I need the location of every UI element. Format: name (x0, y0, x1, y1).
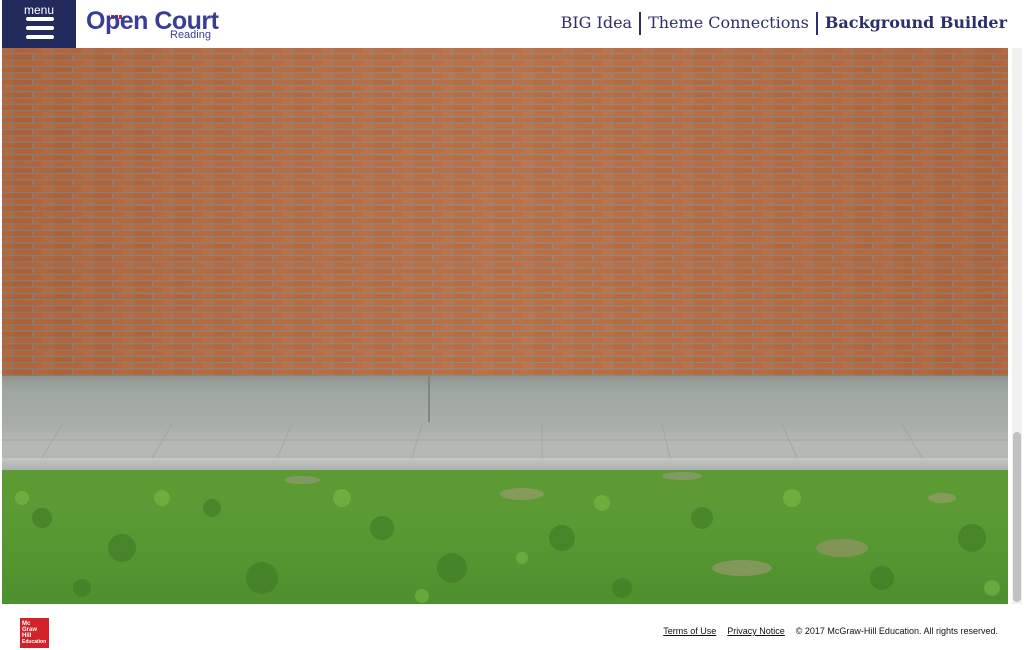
logo-subtitle: Reading (170, 29, 211, 41)
top-nav: BIG Idea Theme Connections Background Bu… (561, 11, 1007, 35)
footer: Mc Graw Hill Education Terms of Use Priv… (0, 604, 1024, 650)
nav-background-builder[interactable]: Background Builder (818, 11, 1007, 35)
background-builder-image (2, 48, 1008, 604)
nav-big-idea[interactable]: BIG Idea (561, 11, 640, 35)
menu-label: menu (23, 3, 55, 17)
scrollbar-thumb[interactable] (1013, 432, 1021, 602)
top-header: menu Open Court Reading BIG Idea Theme C… (0, 0, 1024, 48)
privacy-notice-link[interactable]: Privacy Notice (727, 626, 785, 636)
copyright-text: © 2017 McGraw-Hill Education. All rights… (795, 626, 998, 636)
mh-logo-line: Education (22, 639, 47, 645)
menu-hamburger-icon (26, 17, 54, 39)
terms-of-use-link[interactable]: Terms of Use (663, 626, 716, 636)
footer-links: Terms of Use Privacy Notice © 2017 McGra… (663, 626, 998, 636)
open-court-reading-logo[interactable]: Open Court Reading (86, 4, 219, 44)
nav-theme-connections[interactable]: Theme Connections (641, 11, 816, 35)
grass-texture (15, 472, 1000, 603)
menu-button[interactable]: menu (2, 0, 76, 48)
mcgraw-hill-logo-icon[interactable]: Mc Graw Hill Education (20, 618, 49, 648)
